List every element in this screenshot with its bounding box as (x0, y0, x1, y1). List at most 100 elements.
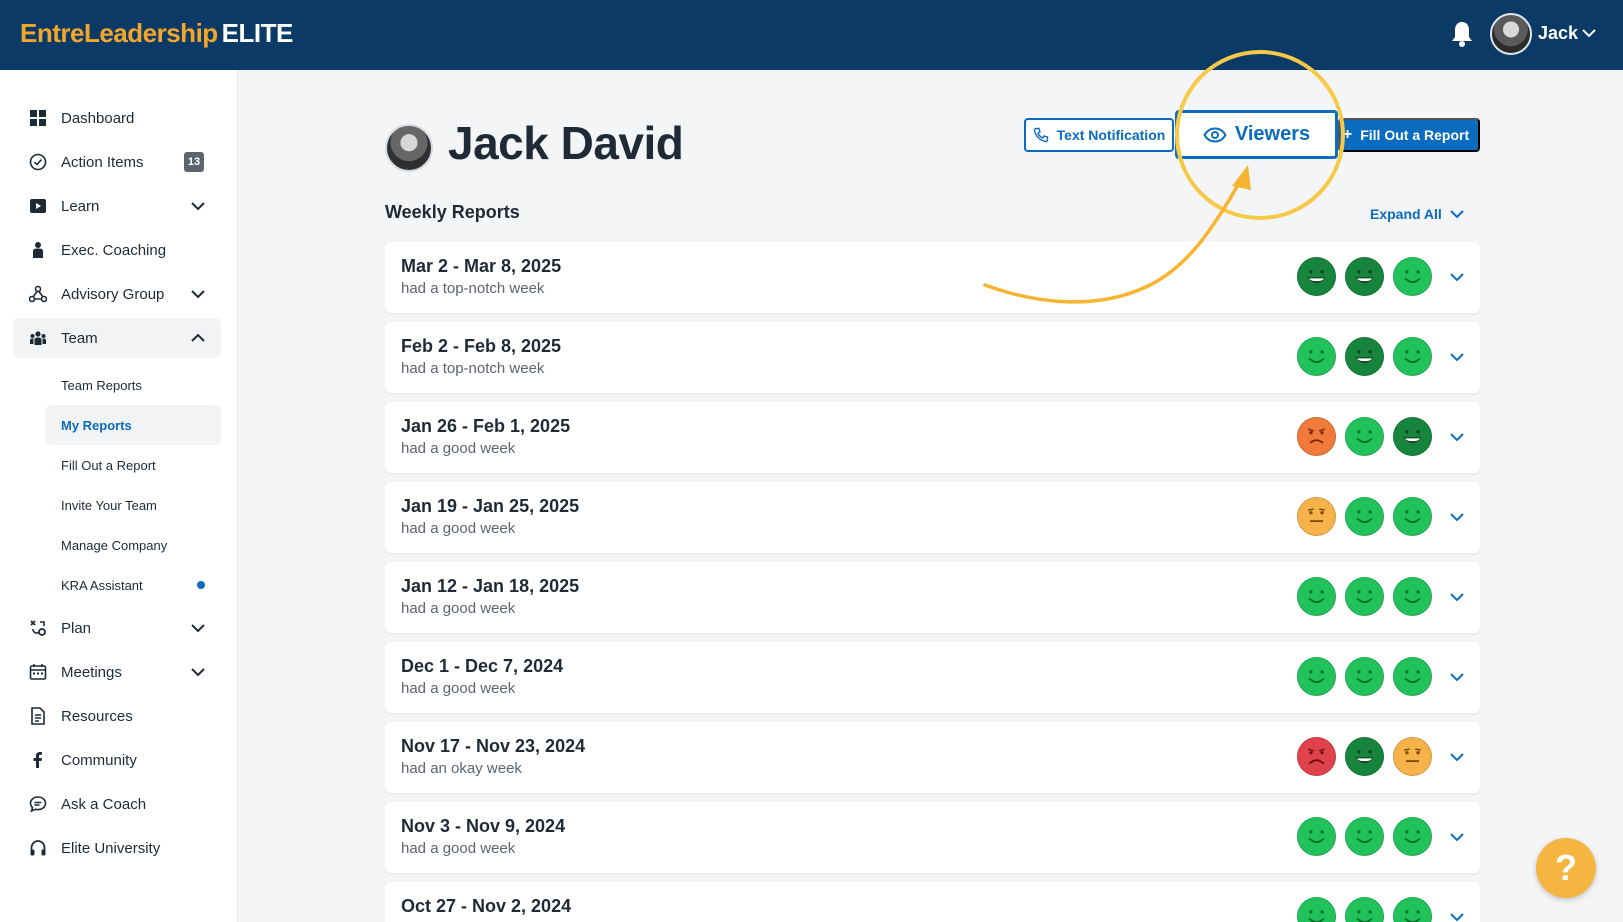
sidebar-subitem-fill-out-report[interactable]: Fill Out a Report (45, 445, 221, 485)
report-summary: had a good week (401, 440, 516, 457)
mood-neutral-icon (1393, 737, 1432, 776)
grid-icon (30, 110, 46, 126)
chevron-down-icon[interactable] (1450, 512, 1464, 522)
sidebar-item-resources[interactable]: Resources (13, 696, 221, 736)
mood-great-icon (1297, 257, 1336, 296)
mood-ratings (1297, 737, 1432, 776)
sidebar-subitem-invite-team[interactable]: Invite Your Team (45, 485, 221, 525)
sidebar-subitem-kra-assistant[interactable]: KRA Assistant (45, 565, 221, 605)
sidebar-item-label: Team (61, 329, 98, 347)
mood-ratings (1297, 897, 1432, 922)
report-card[interactable]: Dec 1 - Dec 7, 2024 had a good week (385, 642, 1480, 713)
chevron-down-icon[interactable] (1582, 28, 1596, 38)
report-card[interactable]: Oct 27 - Nov 2, 2024 (385, 882, 1480, 922)
mood-ratings (1297, 417, 1432, 456)
sidebar-subitem-label: My Reports (61, 417, 132, 433)
report-card[interactable]: Feb 2 - Feb 8, 2025 had a top-notch week (385, 322, 1480, 393)
user-avatar[interactable] (1490, 13, 1532, 55)
sidebar-item-meetings[interactable]: Meetings (13, 652, 221, 692)
report-card[interactable]: Nov 17 - Nov 23, 2024 had an okay week (385, 722, 1480, 793)
chevron-down-icon[interactable] (1450, 352, 1464, 362)
mood-great-icon (1345, 337, 1384, 376)
report-summary: had a good week (401, 840, 516, 857)
profile-avatar (385, 124, 433, 172)
help-button[interactable]: ? (1536, 838, 1596, 898)
network-icon (29, 285, 47, 303)
report-card[interactable]: Jan 12 - Jan 18, 2025 had a good week (385, 562, 1480, 633)
sidebar-subitem-manage-company[interactable]: Manage Company (45, 525, 221, 565)
sidebar-subitem-team-reports[interactable]: Team Reports (45, 365, 221, 405)
sidebar-subitem-label: Team Reports (61, 377, 142, 393)
mood-great-icon (1345, 257, 1384, 296)
chevron-down-icon[interactable] (191, 289, 205, 299)
mood-ratings (1297, 577, 1432, 616)
chevron-down-icon[interactable] (1450, 912, 1464, 922)
viewers-button[interactable]: Viewers (1175, 110, 1338, 159)
play-icon (30, 199, 46, 213)
sidebar-item-dashboard[interactable]: Dashboard (13, 98, 221, 138)
sidebar-item-ask-a-coach[interactable]: Ask a Coach (13, 784, 221, 824)
sidebar-item-label: Plan (61, 619, 92, 637)
sidebar-item-label: Advisory Group (61, 285, 165, 303)
text-notification-button[interactable]: Text Notification (1024, 118, 1174, 152)
sidebar-item-team[interactable]: Team (13, 318, 221, 358)
sidebar-item-community[interactable]: Community (13, 740, 221, 780)
mood-neutral-icon (1297, 497, 1336, 536)
chevron-down-icon[interactable] (1450, 672, 1464, 682)
bell-icon[interactable] (1450, 20, 1474, 48)
logo-suffix: ELITE (221, 18, 294, 48)
mood-good-icon (1297, 657, 1336, 696)
mood-great-icon (1345, 737, 1384, 776)
expand-all-button[interactable]: Expand All (1370, 206, 1464, 222)
mood-good-icon (1393, 577, 1432, 616)
sidebar-item-label: Meetings (61, 663, 122, 681)
report-card[interactable]: Jan 26 - Feb 1, 2025 had a good week (385, 402, 1480, 473)
mood-good-icon (1345, 497, 1384, 536)
chevron-down-icon[interactable] (1450, 592, 1464, 602)
mood-good-icon (1345, 817, 1384, 856)
mood-good-icon (1297, 897, 1336, 922)
check-circle-icon (29, 153, 47, 171)
mood-great-icon (1393, 417, 1432, 456)
chevron-down-icon[interactable] (1450, 432, 1464, 442)
report-date: Dec 1 - Dec 7, 2024 (401, 656, 564, 676)
chevron-down-icon[interactable] (191, 667, 205, 677)
sidebar-item-exec-coaching[interactable]: Exec. Coaching (13, 230, 221, 270)
logo[interactable]: EntreLeadership ELITE (20, 18, 293, 49)
sidebar-item-action-items[interactable]: Action Items 13 (13, 142, 221, 182)
document-icon (31, 707, 45, 725)
sidebar-item-advisory-group[interactable]: Advisory Group (13, 274, 221, 314)
mood-good-icon (1297, 577, 1336, 616)
report-date: Mar 2 - Mar 8, 2025 (401, 256, 562, 276)
expand-all-label: Expand All (1370, 206, 1442, 222)
plan-icon (30, 620, 46, 636)
sidebar-item-elite-university[interactable]: Elite University (13, 828, 221, 868)
user-name[interactable]: Jack (1538, 23, 1578, 44)
report-summary: had a good week (401, 600, 516, 617)
report-date: Jan 26 - Feb 1, 2025 (401, 416, 571, 436)
mood-good-icon (1297, 337, 1336, 376)
chevron-down-icon[interactable] (1450, 752, 1464, 762)
sidebar-subitem-my-reports[interactable]: My Reports (45, 405, 221, 445)
sidebar-item-label: Ask a Coach (61, 795, 147, 813)
chevron-down-icon[interactable] (191, 623, 205, 633)
report-date: Nov 17 - Nov 23, 2024 (401, 736, 586, 756)
logo-primary: EntreLeadership (20, 18, 218, 48)
mood-good-icon (1393, 497, 1432, 536)
chevron-down-icon[interactable] (191, 201, 205, 211)
report-card[interactable]: Nov 3 - Nov 9, 2024 had a good week (385, 802, 1480, 873)
chevron-down-icon[interactable] (1450, 832, 1464, 842)
report-card[interactable]: Jan 19 - Jan 25, 2025 had a good week (385, 482, 1480, 553)
sidebar-item-learn[interactable]: Learn (13, 186, 221, 226)
report-card[interactable]: Mar 2 - Mar 8, 2025 had a top-notch week (385, 242, 1480, 313)
chevron-down-icon[interactable] (1450, 272, 1464, 282)
mood-ratings (1297, 817, 1432, 856)
mood-ratings (1297, 337, 1432, 376)
chevron-up-icon[interactable] (191, 333, 205, 343)
sidebar-item-plan[interactable]: Plan (13, 608, 221, 648)
fill-out-report-button[interactable]: + Fill Out a Report (1338, 118, 1480, 152)
mood-good-icon (1393, 817, 1432, 856)
report-date: Nov 3 - Nov 9, 2024 (401, 816, 566, 836)
mood-good-icon (1345, 577, 1384, 616)
section-title: Weekly Reports (385, 202, 520, 222)
